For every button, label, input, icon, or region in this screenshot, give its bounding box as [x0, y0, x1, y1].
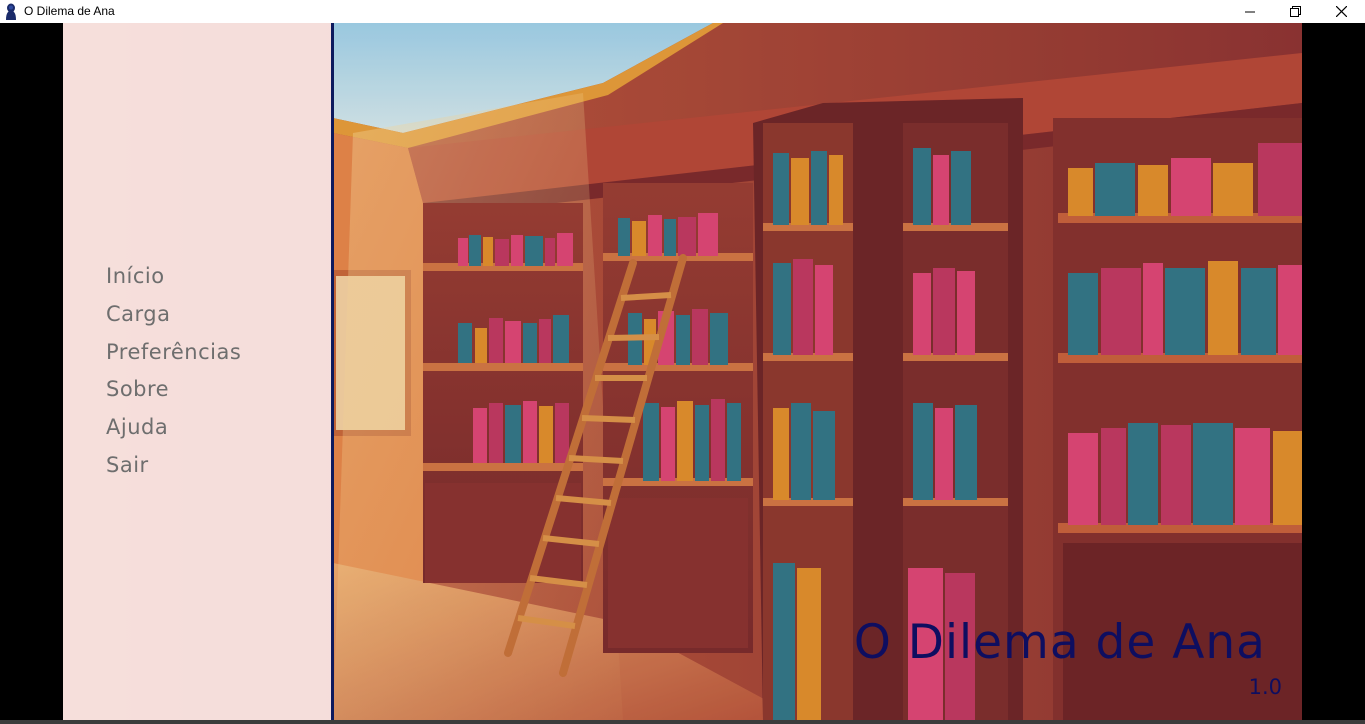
menu-item-preferencias[interactable]: Preferências: [106, 340, 241, 364]
close-icon: [1335, 6, 1347, 17]
menu-item-carga[interactable]: Carga: [106, 302, 171, 326]
maximize-icon: [1289, 6, 1301, 17]
game-title: O Dilema de Ana: [853, 615, 1266, 670]
close-button[interactable]: [1318, 0, 1364, 23]
minimize-icon: [1245, 11, 1255, 12]
minimize-button[interactable]: [1227, 0, 1273, 23]
game-screen[interactable]: Início Carga Preferências Sobre Ajuda Sa…: [63, 23, 1302, 720]
window-title: O Dilema de Ana: [24, 4, 115, 18]
menu-item-sobre[interactable]: Sobre: [106, 377, 169, 401]
game-version: 1.0: [1248, 675, 1282, 699]
menu-item-sair[interactable]: Sair: [106, 453, 149, 477]
app-icon: [6, 3, 16, 20]
window-titlebar[interactable]: O Dilema de Ana: [0, 0, 1365, 23]
maximize-button[interactable]: [1272, 0, 1318, 23]
menu-item-inicio[interactable]: Início: [106, 264, 165, 288]
main-menu-panel: [63, 23, 331, 720]
menu-item-ajuda[interactable]: Ajuda: [106, 415, 168, 439]
taskbar-edge: [0, 720, 1365, 724]
menu-divider: [331, 23, 334, 720]
